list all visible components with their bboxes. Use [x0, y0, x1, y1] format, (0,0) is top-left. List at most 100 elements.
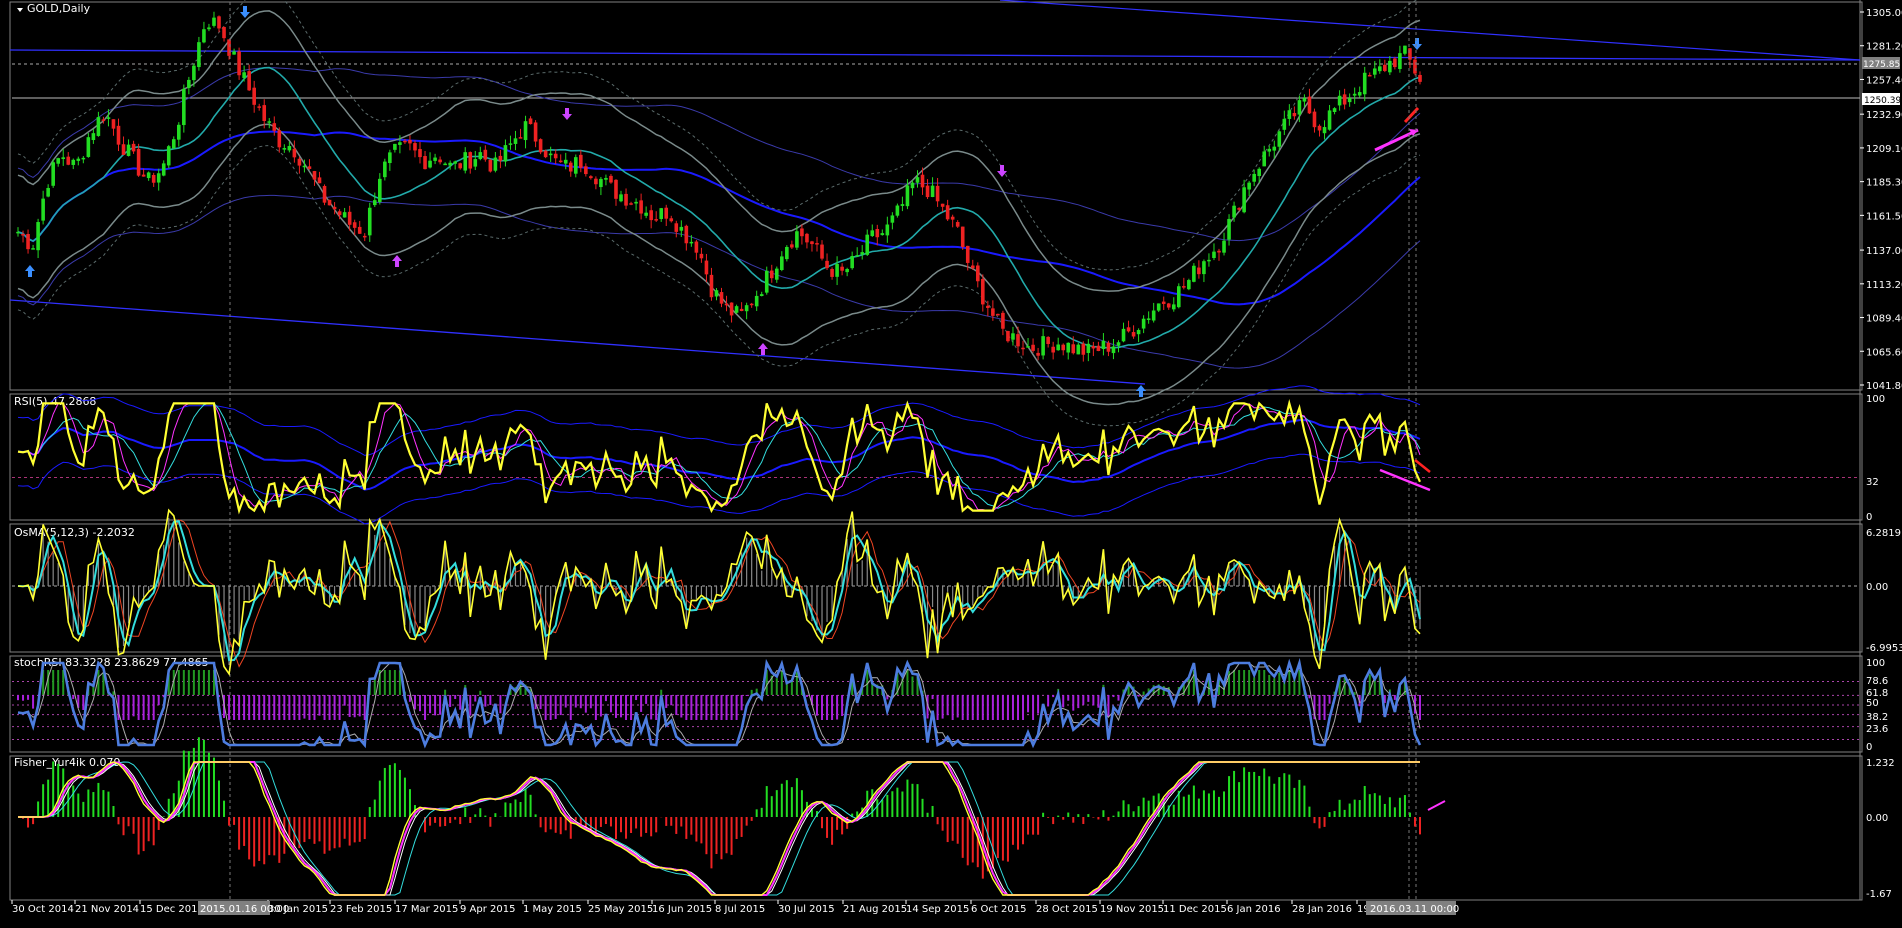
candle-body — [1121, 328, 1126, 342]
chart-title: GOLD,Daily — [27, 2, 91, 15]
candle-body — [433, 157, 437, 161]
price-tick-label: 1137.00 — [1866, 246, 1902, 257]
candle-body — [252, 87, 256, 105]
stoch-tick-50: 50 — [1866, 698, 1879, 709]
chart-canvas[interactable]: GOLD,Daily RSI(5) 47.2868 OsMA(5,12,3) -… — [0, 0, 1902, 924]
candle-body — [1388, 60, 1392, 73]
candle-body — [91, 133, 96, 141]
candle-body — [875, 229, 880, 238]
candle-body — [508, 143, 513, 145]
candle-body — [413, 143, 417, 151]
candle-body — [468, 152, 473, 169]
candle-body — [1347, 98, 1352, 103]
candle-body — [1046, 336, 1050, 344]
candle-body — [614, 179, 618, 199]
candle-body — [41, 198, 45, 221]
candle-body — [518, 137, 523, 139]
rsi-tick-0: 0 — [1866, 512, 1872, 523]
candle-body — [473, 159, 478, 167]
candle-body — [599, 178, 603, 188]
candle-body — [357, 226, 362, 234]
candle-body — [568, 162, 573, 172]
candle-body — [372, 200, 377, 206]
candle-body — [166, 146, 171, 166]
candle-body — [1292, 112, 1297, 117]
candle-body — [1041, 336, 1045, 356]
candle-body — [1418, 74, 1422, 82]
candle-body — [543, 150, 548, 158]
candle-body — [1187, 280, 1191, 290]
candle-body — [895, 205, 900, 216]
candle-body — [865, 234, 870, 255]
candle-body — [724, 303, 729, 306]
candle-body — [121, 144, 126, 155]
candle-body — [684, 225, 689, 244]
candle-body — [337, 211, 342, 216]
candle-body — [780, 256, 784, 270]
candle-body — [1151, 310, 1156, 321]
candle-body — [1106, 342, 1111, 352]
candle-body — [910, 182, 915, 189]
candle-body — [1141, 318, 1146, 329]
candle-body — [21, 233, 25, 236]
candle-body — [488, 159, 493, 172]
candle-body — [26, 234, 30, 250]
candle-body — [890, 215, 895, 223]
candle-body — [1377, 66, 1382, 72]
candle-body — [453, 161, 457, 164]
candle-body — [367, 207, 372, 236]
candle-body — [1006, 330, 1010, 342]
candle-body — [1277, 131, 1282, 147]
candle-body — [820, 244, 824, 259]
stoch-tick-0: 0 — [1866, 742, 1872, 753]
candle-body — [1111, 346, 1116, 354]
candle-body — [694, 241, 699, 253]
candle-body — [528, 118, 533, 125]
candle-body — [1372, 68, 1377, 75]
candle-body — [1016, 334, 1020, 347]
price-marker-1: 1275.85 — [1863, 60, 1900, 70]
price-marker-2: 1250.39 — [1864, 96, 1901, 106]
candle-body — [378, 178, 382, 202]
candle-body — [242, 72, 246, 78]
candle-body — [197, 42, 201, 68]
date-tick-label: 21 Aug 2015 — [843, 904, 907, 915]
chart-window[interactable]: GOLD,Daily RSI(5) 47.2868 OsMA(5,12,3) -… — [0, 0, 1902, 924]
candle-body — [584, 166, 588, 175]
price-tick-label: 1232.90 — [1866, 110, 1902, 121]
date-tick-label: 8 Jul 2015 — [715, 904, 765, 915]
candle-body — [609, 175, 613, 183]
candle-body — [523, 121, 528, 141]
candle-body — [1272, 146, 1277, 151]
date-tick-label: 19 Nov 2015 — [1100, 904, 1164, 915]
candle-body — [1342, 94, 1347, 105]
candle-body — [986, 305, 990, 308]
candle-body — [754, 295, 759, 307]
candle-body — [388, 152, 392, 164]
candle-body — [1222, 240, 1226, 253]
candle-body — [975, 265, 980, 282]
candle-body — [317, 177, 322, 184]
candle-body — [1227, 218, 1231, 240]
candle-body — [1001, 312, 1005, 329]
candle-body — [292, 148, 297, 158]
price-tick-label: 1257.40 — [1866, 75, 1902, 86]
candle-body — [332, 206, 337, 210]
candle-body — [1182, 286, 1186, 288]
candle-body — [448, 162, 452, 166]
candle-body — [679, 226, 684, 231]
candle-body — [624, 193, 628, 206]
candle-body — [362, 235, 367, 238]
candle-body — [1061, 344, 1066, 351]
candle-body — [212, 17, 216, 26]
candle-body — [885, 224, 890, 236]
date-tick-label: 17 Mar 2015 — [395, 904, 458, 915]
candle-body — [1232, 205, 1236, 218]
candle-body — [202, 29, 206, 43]
candle-body — [1282, 118, 1287, 130]
candle-body — [920, 174, 925, 188]
candle-body — [443, 163, 447, 166]
candle-body — [810, 241, 814, 245]
candle-body — [674, 223, 679, 232]
date-tick-label: 25 May 2015 — [588, 904, 653, 915]
